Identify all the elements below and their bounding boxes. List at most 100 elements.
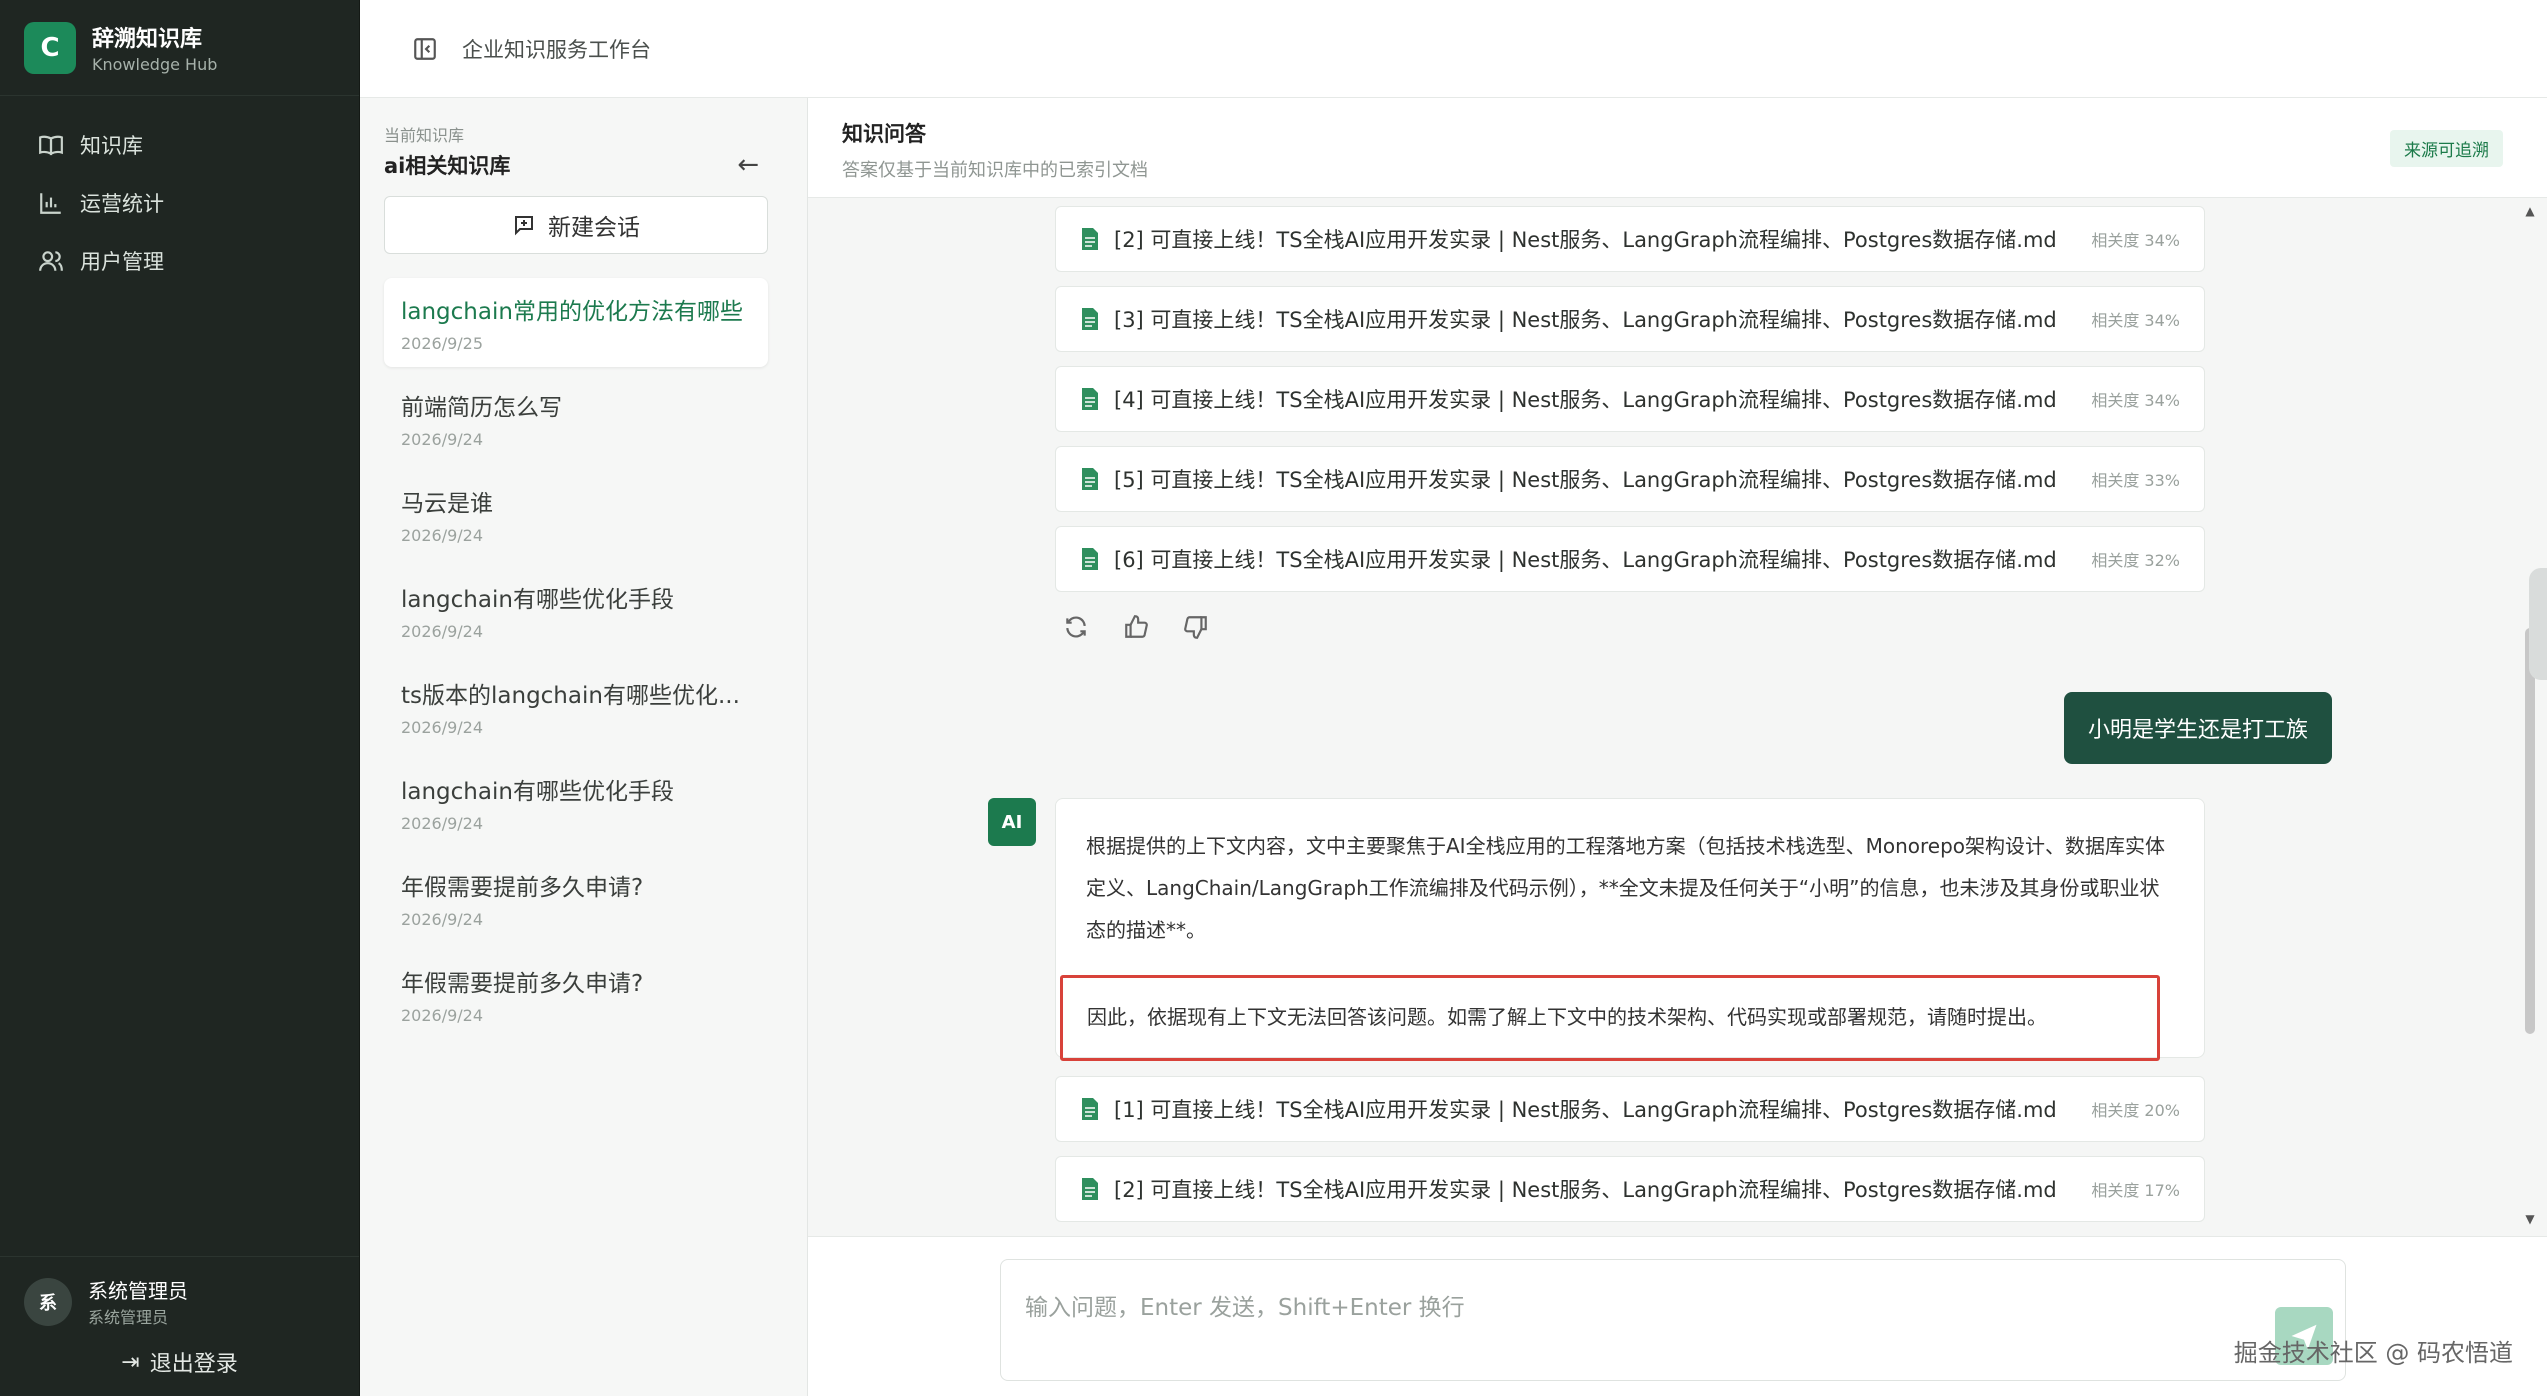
conversation-date: 2026/9/24 [401, 814, 484, 833]
source-relevance: 相关度 34% [2091, 311, 2180, 330]
brand-title: 辞溯知识库 [92, 27, 203, 52]
new-chat-icon [515, 216, 533, 236]
conversation-date: 2026/9/24 [401, 526, 484, 545]
scroll-up-icon[interactable]: ▲ [2523, 204, 2537, 218]
brand-subtitle: Knowledge Hub [92, 55, 218, 74]
nav-label: 用户管理 [80, 250, 164, 274]
source-title: [2] 可直接上线！TS全栈AI应用开发实录 | Nest服务、LangGrap… [1114, 1178, 2057, 1202]
conversation-item[interactable]: langchain有哪些优化手段 2026/9/24 [384, 566, 768, 655]
brand-logo: C [24, 21, 76, 74]
logout-button[interactable]: ⇥ 退出登录 [24, 1346, 335, 1378]
conversation-title: langchain有哪些优化手段 [401, 587, 674, 613]
nav-item-knowledge-base[interactable]: 知识库 [0, 116, 359, 174]
source-title: [2] 可直接上线！TS全栈AI应用开发实录 | Nest服务、LangGrap… [1114, 228, 2057, 252]
sidebar-footer: 系 系统管理员 系统管理员 ⇥ 退出登录 [0, 1256, 359, 1396]
ai-answer-paragraph: 根据提供的上下文内容，文中主要聚焦于AI全栈应用的工程落地方案（包括技术栈选型、… [1086, 834, 2166, 942]
document-icon [1082, 308, 1098, 330]
user-role: 系统管理员 [88, 1308, 169, 1327]
new-chat-label: 新建会话 [548, 215, 640, 241]
ai-answer: 根据提供的上下文内容，文中主要聚焦于AI全栈应用的工程落地方案（包括技术栈选型、… [1055, 798, 2205, 1061]
ai-avatar: AI [988, 798, 1036, 846]
source-item[interactable]: [4] 可直接上线！TS全栈AI应用开发实录 | Nest服务、LangGrap… [1055, 366, 2205, 432]
source-title: [1] 可直接上线！TS全栈AI应用开发实录 | Nest服务、LangGrap… [1114, 1098, 2057, 1122]
conversation-date: 2026/9/24 [401, 718, 484, 737]
document-icon [1082, 1178, 1098, 1200]
new-chat-button[interactable]: 新建会话 [384, 196, 768, 254]
watermark: 掘金技术社区 @ 码农悟道 [2233, 1339, 2513, 1367]
side-drawer-handle[interactable] [2529, 568, 2547, 680]
scroll-down-icon[interactable]: ▼ [2523, 1212, 2537, 1226]
conversation-title: ts版本的langchain有哪些优化... [401, 683, 740, 709]
source-relevance: 相关度 17% [2091, 1181, 2180, 1200]
logout-icon: ⇥ [121, 1349, 140, 1375]
highlighted-conclusion: 因此，依据现有上下文无法回答该问题。如需了解上下文中的技术架构、代码实现或部署规… [1060, 975, 2160, 1061]
source-relevance: 相关度 20% [2091, 1101, 2180, 1120]
document-icon [1082, 228, 1098, 250]
conversation-item[interactable]: 马云是谁 2026/9/24 [384, 470, 768, 559]
nav-label: 知识库 [80, 134, 143, 158]
chat-messages: [2] 可直接上线！TS全栈AI应用开发实录 | Nest服务、LangGrap… [808, 198, 2547, 1234]
traceable-badge: 来源可追溯 [2390, 130, 2503, 167]
refresh-icon[interactable] [1063, 614, 1089, 640]
kb-label: 当前知识库 [384, 126, 465, 145]
conversation-date: 2026/9/24 [401, 622, 484, 641]
book-icon [39, 135, 63, 156]
source-item[interactable]: [3] 可直接上线！TS全栈AI应用开发实录 | Nest服务、LangGrap… [1055, 286, 2205, 352]
workspace-title: 企业知识服务工作台 [462, 37, 651, 62]
document-icon [1082, 1098, 1098, 1120]
chat-title: 知识问答 [842, 122, 926, 146]
conversation-item[interactable]: 年假需要提前多久申请? 2026/9/24 [384, 854, 768, 943]
nav: 知识库 运营统计 用户管理 [0, 96, 359, 310]
conversation-item[interactable]: ts版本的langchain有哪些优化... 2026/9/24 [384, 662, 768, 751]
nav-item-users[interactable]: 用户管理 [0, 232, 359, 290]
user-info: 系 系统管理员 系统管理员 [24, 1275, 335, 1328]
user-message: 小明是学生还是打工族 [2063, 692, 2332, 764]
conversation-item[interactable]: 前端简历怎么写 2026/9/24 [384, 374, 768, 463]
scrollbar[interactable]: ▲ ▼ [2523, 204, 2537, 1226]
source-item[interactable]: [5] 可直接上线！TS全栈AI应用开发实录 | Nest服务、LangGrap… [1055, 446, 2205, 512]
user-name: 系统管理员 [88, 1279, 188, 1303]
source-relevance: 相关度 33% [2091, 471, 2180, 490]
source-relevance: 相关度 34% [2091, 391, 2180, 410]
scrollbar-thumb[interactable] [2525, 628, 2535, 1034]
source-item[interactable]: [6] 可直接上线！TS全栈AI应用开发实录 | Nest服务、LangGrap… [1055, 526, 2205, 592]
nav-item-statistics[interactable]: 运营统计 [0, 174, 359, 232]
topbar: 企业知识服务工作台 [360, 0, 2547, 98]
document-icon [1082, 548, 1098, 570]
kb-name: ai相关知识库 [384, 154, 511, 178]
back-arrow-icon[interactable]: ← [737, 150, 783, 180]
logout-label: 退出登录 [149, 1352, 238, 1377]
input-area: 输入问题，Enter 发送，Shift+Enter 换行 掘金技术社区 @ 码农… [808, 1236, 2547, 1396]
source-item[interactable]: [1] 可直接上线！TS全栈AI应用开发实录 | Nest服务、LangGrap… [1055, 1076, 2205, 1142]
source-item[interactable]: [2] 可直接上线！TS全栈AI应用开发实录 | Nest服务、LangGrap… [1055, 206, 2205, 272]
users-icon [39, 251, 63, 271]
bar-chart-icon [40, 193, 61, 214]
conversation-list: langchain常用的优化方法有哪些 2026/9/25 前端简历怎么写 2026… [384, 278, 783, 1039]
conversation-date: 2026/9/25 [401, 334, 484, 353]
source-relevance: 相关度 32% [2091, 551, 2180, 570]
source-title: [6] 可直接上线！TS全栈AI应用开发实录 | Nest服务、LangGrap… [1114, 548, 2057, 572]
sidebar: C 辞溯知识库 Knowledge Hub 知识库 运营统计 用户管理 系 系统… [0, 0, 360, 1396]
message-actions [1063, 614, 1209, 640]
source-relevance: 相关度 34% [2091, 231, 2180, 250]
conversation-item[interactable]: 年假需要提前多久申请? 2026/9/24 [384, 950, 768, 1039]
conversation-title: 年假需要提前多久申请? [401, 875, 644, 901]
conversation-item[interactable]: langchain常用的优化方法有哪些 2026/9/25 [384, 278, 768, 367]
source-title: [5] 可直接上线！TS全栈AI应用开发实录 | Nest服务、LangGrap… [1114, 468, 2057, 492]
conversation-title: 马云是谁 [401, 491, 493, 517]
thumbs-up-icon[interactable] [1123, 614, 1149, 640]
brand[interactable]: C 辞溯知识库 Knowledge Hub [0, 0, 359, 96]
document-icon [1082, 388, 1098, 410]
question-input[interactable]: 输入问题，Enter 发送，Shift+Enter 换行 [1000, 1259, 2346, 1381]
chat-header: 知识问答 答案仅基于当前知识库中的已索引文档 来源可追溯 [808, 98, 2547, 198]
source-title: [3] 可直接上线！TS全栈AI应用开发实录 | Nest服务、LangGrap… [1114, 308, 2057, 332]
source-item[interactable]: [2] 可直接上线！TS全栈AI应用开发实录 | Nest服务、LangGrap… [1055, 1156, 2205, 1222]
thumbs-down-icon[interactable] [1183, 614, 1209, 640]
sidebar-toggle-icon[interactable] [412, 36, 438, 62]
conversation-title: langchain常用的优化方法有哪些 [401, 299, 743, 325]
conversation-item[interactable]: langchain有哪些优化手段 2026/9/24 [384, 758, 768, 847]
conversation-title: 前端简历怎么写 [401, 395, 562, 421]
conversation-date: 2026/9/24 [401, 430, 484, 449]
chat-main: 知识问答 答案仅基于当前知识库中的已索引文档 来源可追溯 [2] 可直接上线！T… [808, 98, 2547, 1396]
avatar: 系 [24, 1277, 72, 1326]
